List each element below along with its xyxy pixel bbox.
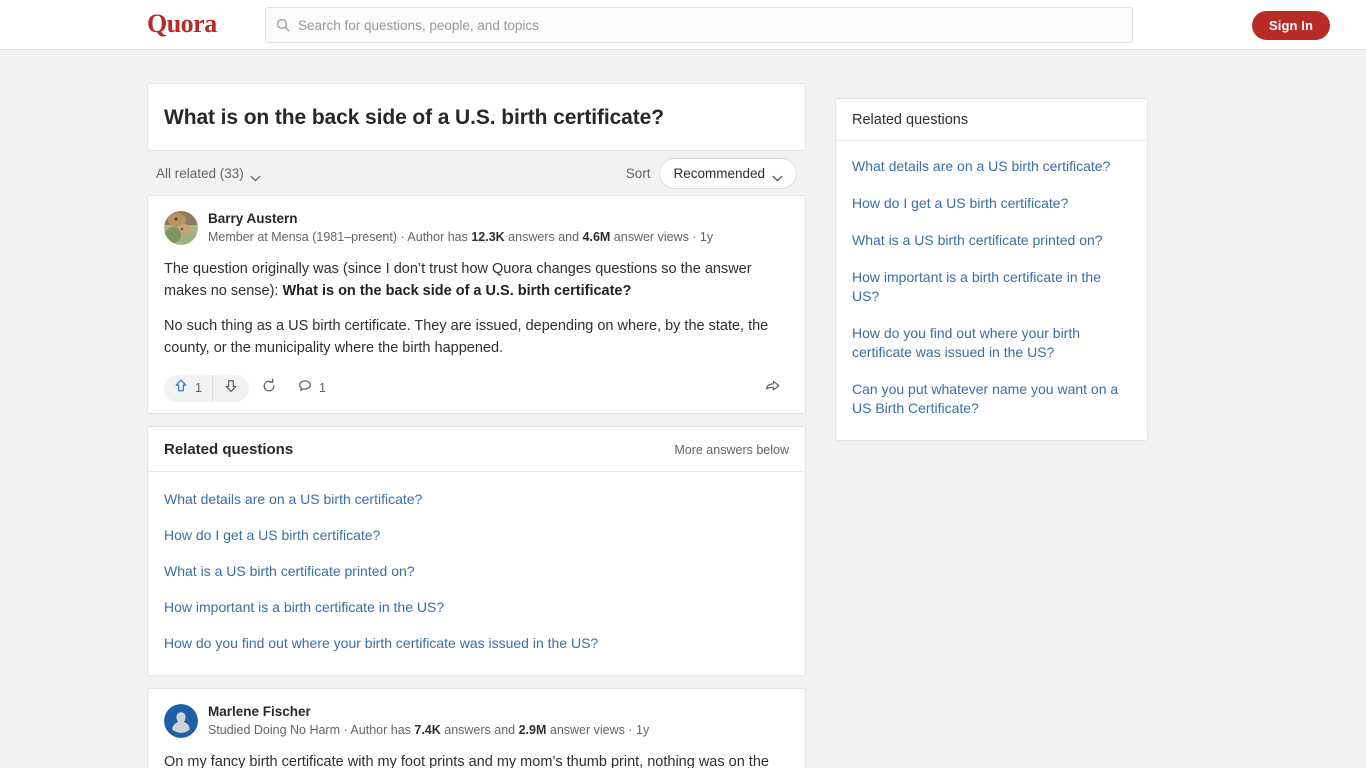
search-input[interactable] xyxy=(298,17,1122,33)
list-item[interactable]: How do I get a US birth certificate? xyxy=(164,517,789,553)
answer-paragraph: The question originally was (since I don… xyxy=(164,259,789,302)
answer-body: The question originally was (since I don… xyxy=(164,259,789,359)
repost-button[interactable] xyxy=(253,375,285,402)
search-bar[interactable] xyxy=(265,7,1133,43)
comment-icon xyxy=(297,378,313,399)
sort-label: Sort xyxy=(625,165,651,181)
downvote-icon xyxy=(223,378,239,399)
views-count: 4.6M xyxy=(582,230,611,244)
sidebar-list: What details are on a US birth certifica… xyxy=(836,141,1147,440)
sidebar-item[interactable]: Can you put whatever name you want on a … xyxy=(852,371,1131,427)
upvote-count: 1 xyxy=(195,381,202,395)
meta-suffix: answer views · 1y xyxy=(546,723,650,737)
paragraph-text: On my fancy birth certificate with my fo… xyxy=(164,754,769,768)
sort-dropdown[interactable]: Recommended xyxy=(659,157,797,189)
answer-card: Barry Austern Member at Mensa (1981–pres… xyxy=(147,195,806,414)
chevron-down-icon xyxy=(250,170,261,181)
author-credential: Studied Doing No Harm xyxy=(208,723,341,737)
sort-group: Sort Recommended xyxy=(625,157,797,189)
answer-body: On my fancy birth certificate with my fo… xyxy=(164,752,789,768)
sidebar-item[interactable]: How important is a birth certificate in … xyxy=(852,259,1131,315)
author-name[interactable]: Marlene Fischer xyxy=(208,703,649,720)
meta-suffix: answer views · 1y xyxy=(610,230,714,244)
author-info: Barry Austern Member at Mensa (1981–pres… xyxy=(208,210,713,246)
avatar[interactable] xyxy=(164,211,198,245)
site-header: Quora Sign In xyxy=(0,0,1366,50)
sidebar-item[interactable]: How do I get a US birth certificate? xyxy=(852,185,1131,222)
share-icon xyxy=(764,378,781,399)
list-item[interactable]: What is a US birth certificate printed o… xyxy=(164,553,789,589)
all-related-label: All related (33) xyxy=(156,165,244,181)
avatar[interactable] xyxy=(164,704,198,738)
sidebar-related-questions-card: Related questions What details are on a … xyxy=(835,98,1148,441)
answer-card: Marlene Fischer Studied Doing No Harm · … xyxy=(147,688,806,768)
search-icon xyxy=(276,18,290,32)
more-answers-below-label[interactable]: More answers below xyxy=(674,443,789,457)
upvote-button[interactable]: 1 xyxy=(164,374,213,402)
sidebar-title: Related questions xyxy=(852,112,969,128)
meta-mid: answers and xyxy=(504,230,583,244)
quora-logo[interactable]: Quora xyxy=(147,9,217,39)
meta-prefix: · Author has xyxy=(340,723,415,737)
question-card: What is on the back side of a U.S. birth… xyxy=(147,83,806,151)
upvote-icon xyxy=(173,378,189,399)
related-questions-title: Related questions xyxy=(164,441,294,458)
author-meta: Studied Doing No Harm · Author has 7.4K … xyxy=(208,721,649,739)
author-credential: Member at Mensa (1981–present) xyxy=(208,230,397,244)
answer-action-bar: 1 1 xyxy=(164,373,789,403)
comment-count: 1 xyxy=(318,381,326,395)
answer-paragraph: On my fancy birth certificate with my fo… xyxy=(164,752,789,768)
sidebar-item[interactable]: What is a US birth certificate printed o… xyxy=(852,222,1131,259)
author-meta: Member at Mensa (1981–present) · Author … xyxy=(208,228,713,246)
sidebar-item[interactable]: What details are on a US birth certifica… xyxy=(852,148,1131,185)
sidebar: Related questions What details are on a … xyxy=(835,98,1148,441)
paragraph-bold: What is on the back side of a U.S. birth… xyxy=(282,282,632,299)
author-row: Marlene Fischer Studied Doing No Harm · … xyxy=(164,703,789,739)
all-related-filter[interactable]: All related (33) xyxy=(156,166,261,181)
answers-count: 7.4K xyxy=(414,723,441,737)
answer-paragraph: No such thing as a US birth certificate.… xyxy=(164,316,789,359)
sort-value: Recommended xyxy=(673,165,765,181)
repost-icon xyxy=(261,377,277,399)
related-questions-list: What details are on a US birth certifica… xyxy=(148,472,805,675)
main-column: What is on the back side of a U.S. birth… xyxy=(147,83,806,768)
page-body: What is on the back side of a U.S. birth… xyxy=(0,50,1366,768)
page-title: What is on the back side of a U.S. birth… xyxy=(164,106,664,129)
author-name[interactable]: Barry Austern xyxy=(208,210,713,227)
author-row: Barry Austern Member at Mensa (1981–pres… xyxy=(164,210,789,246)
paragraph-text: No such thing as a US birth certificate.… xyxy=(164,318,769,356)
related-questions-card: Related questions More answers below Wha… xyxy=(147,426,806,676)
downvote-button[interactable] xyxy=(213,375,249,402)
sidebar-item[interactable]: How do you find out where your birth cer… xyxy=(852,315,1131,371)
answers-count: 12.3K xyxy=(471,230,505,244)
views-count: 2.9M xyxy=(518,723,547,737)
meta-prefix: · Author has xyxy=(396,230,472,244)
filter-bar: All related (33) Sort Recommended xyxy=(147,151,806,195)
chevron-down-icon xyxy=(772,170,783,181)
comment-button[interactable]: 1 xyxy=(289,375,334,402)
list-item[interactable]: What details are on a US birth certifica… xyxy=(164,481,789,517)
sign-in-button[interactable]: Sign In xyxy=(1251,11,1330,40)
vote-pill: 1 xyxy=(164,374,249,402)
list-item[interactable]: How important is a birth certificate in … xyxy=(164,589,789,625)
share-button[interactable] xyxy=(756,378,789,399)
related-questions-header: Related questions More answers below xyxy=(148,427,805,472)
meta-mid: answers and xyxy=(440,723,519,737)
author-info: Marlene Fischer Studied Doing No Harm · … xyxy=(208,703,649,739)
sidebar-header: Related questions xyxy=(836,99,1147,141)
action-buttons: 1 1 xyxy=(164,374,334,402)
list-item[interactable]: How do you find out where your birth cer… xyxy=(164,625,789,661)
